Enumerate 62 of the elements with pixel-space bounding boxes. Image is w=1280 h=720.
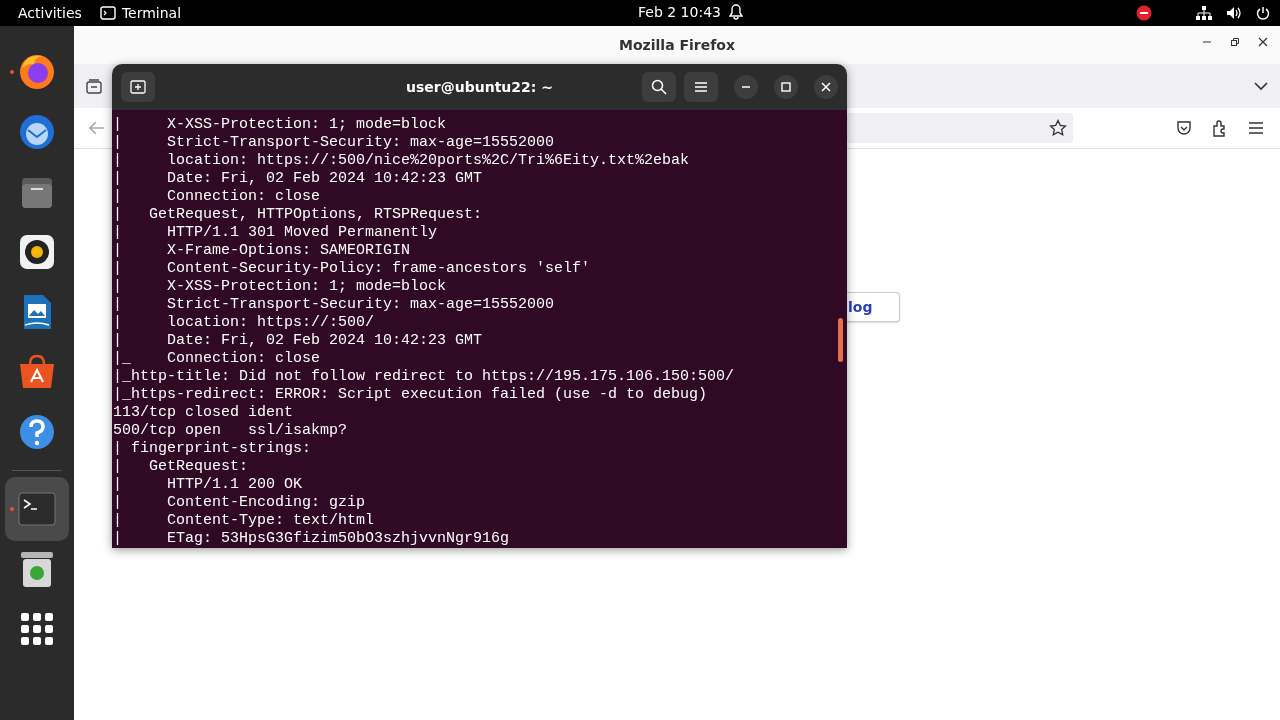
terminal-line: | GetRequest, HTTPOptions, RTSPRequest:: [113, 206, 484, 224]
volume-icon[interactable]: [1226, 6, 1242, 20]
activities-button[interactable]: Activities: [0, 5, 100, 21]
terminal-line: | HTTP/1.1 301 Moved Permanently: [113, 224, 439, 242]
minimize-icon: [741, 86, 751, 88]
terminal-line: | Date: Fri, 02 Feb 2024 10:42:23 GMT: [113, 332, 484, 350]
menu-icon[interactable]: [1248, 121, 1264, 135]
terminal-line: | HTTP/1.1 200 OK: [113, 476, 304, 494]
terminal-line: | Content-Type: text/html: [113, 512, 376, 530]
search-icon: [651, 79, 667, 95]
chevron-down-icon[interactable]: [1254, 81, 1268, 91]
terminal-line: |_https-redirect: ERROR: Script execution failed (use -d to debug): [113, 386, 709, 404]
terminal-line: | location: https://:500/nice%20ports%2C/Tri%6Eity.txt%2ebak: [113, 152, 691, 170]
bird-icon: [17, 112, 57, 152]
window-title: Mozilla Firefox: [619, 37, 735, 53]
terminal-line: | Content-Encoding: gzip: [113, 494, 367, 512]
close-icon[interactable]: [1258, 37, 1268, 47]
terminal-line: | Content-Security-Policy: frame-ancestors 'self': [113, 260, 592, 278]
terminal-line: |_ Connection: close: [113, 350, 322, 368]
bell-icon[interactable]: [728, 4, 743, 20]
minimize-button[interactable]: [734, 75, 758, 99]
terminal-line: |_http-title: Did not follow redirect to https://195.175.106.150:500/: [113, 368, 736, 386]
terminal-line: | Date: Fri, 02 Feb 2024 10:42:23 GMT: [113, 170, 484, 188]
terminal-line: | Connection: close: [113, 188, 322, 206]
scrollbar-thumb[interactable]: [838, 318, 843, 362]
search-button[interactable]: [642, 72, 676, 102]
maximize-button[interactable]: [774, 75, 798, 99]
terminal-line: | X-XSS-Protection: 1; mode=block: [113, 278, 448, 296]
firefox-icon: [17, 52, 57, 92]
do-not-disturb-icon[interactable]: [1136, 5, 1152, 21]
page-button[interactable]: log: [847, 292, 900, 322]
minimize-icon[interactable]: [1202, 41, 1212, 43]
new-tab-button[interactable]: [121, 72, 155, 102]
app-menu[interactable]: Terminal: [99, 5, 182, 21]
close-button[interactable]: [814, 75, 838, 99]
terminal-line: | fingerprint-strings:: [113, 440, 313, 458]
maximize-icon: [781, 82, 791, 92]
help-icon: [17, 412, 57, 452]
restore-icon[interactable]: [1230, 37, 1240, 47]
terminal-line: | location: https://:500/: [113, 314, 376, 332]
terminal-line: | X-XSS-Protection: 1; mode=block: [113, 116, 448, 134]
terminal-line: 500/tcp open ssl/isakmp?: [113, 422, 349, 440]
network-icon[interactable]: [1196, 6, 1212, 20]
terminal-line: | GetRequest:: [113, 458, 250, 476]
window-title: user@ubuntu22: ~: [406, 79, 553, 95]
close-icon: [821, 82, 831, 92]
terminal-line: | Strict-Transport-Security: max-age=15552000: [113, 134, 556, 152]
speaker-icon: [17, 232, 57, 272]
terminal-icon: [99, 6, 116, 20]
tab-overview-icon[interactable]: [86, 78, 102, 94]
menu-button[interactable]: [684, 72, 718, 102]
terminal-line: | ETag: 53HpsG3Gfizim50bO3szhjvvnNgr916g: [113, 530, 511, 548]
power-icon[interactable]: [1256, 6, 1270, 20]
menu-icon: [694, 81, 708, 93]
clock[interactable]: Feb 2 10:43: [638, 4, 721, 20]
terminal-icon: [17, 489, 57, 529]
terminal-line: | X-Frame-Options: SAMEORIGIN: [113, 242, 412, 260]
pocket-icon[interactable]: [1176, 120, 1192, 136]
new-tab-icon: [130, 80, 146, 94]
terminal-line: 113/tcp closed ident: [113, 404, 295, 422]
terminal-line: | Strict-Transport-Security: max-age=15552000: [113, 296, 556, 314]
star-icon[interactable]: [1049, 119, 1067, 137]
